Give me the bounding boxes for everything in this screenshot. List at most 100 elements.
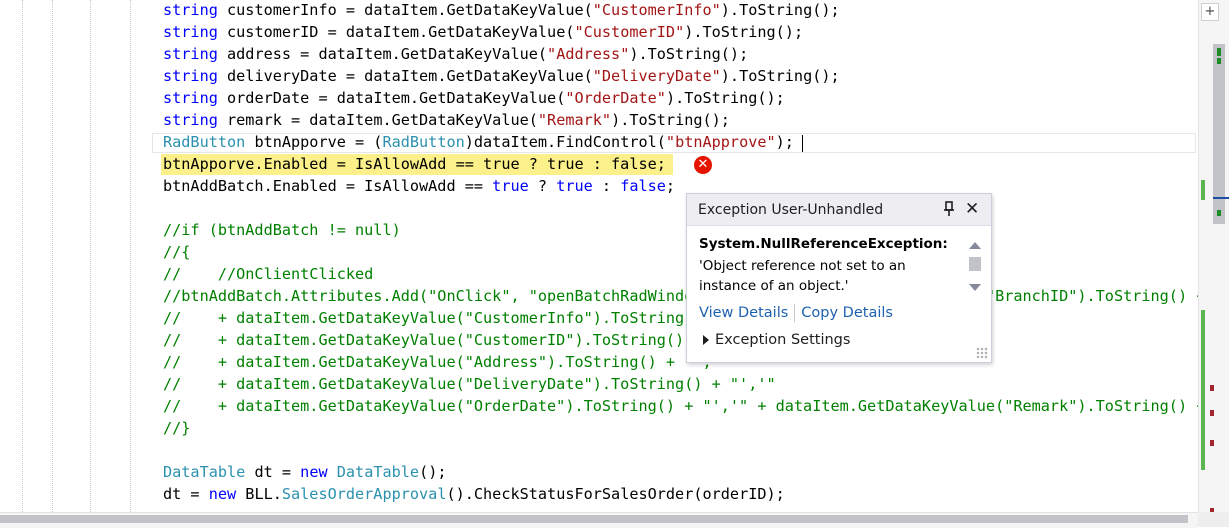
resize-grip-icon[interactable] bbox=[976, 347, 988, 359]
code-token: string bbox=[163, 67, 218, 85]
popup-links: View Details Copy Details bbox=[699, 304, 893, 322]
change-marker bbox=[1217, 48, 1221, 56]
code-token: BLL. bbox=[236, 485, 282, 503]
code-token: //if (btnAddBatch != null) bbox=[163, 221, 401, 239]
code-line: // + dataItem.GetDataKeyValue("OrderDate… bbox=[163, 395, 1198, 417]
code-line: // //OnClientClicked bbox=[163, 263, 373, 285]
code-line: string customerInfo = dataItem.GetDataKe… bbox=[163, 0, 840, 21]
popup-scrollbar[interactable] bbox=[967, 240, 981, 296]
caret-position-marker bbox=[1213, 197, 1229, 199]
scroll-thumb[interactable] bbox=[969, 257, 981, 271]
code-token: new bbox=[208, 485, 237, 503]
code-token: string bbox=[163, 111, 218, 129]
code-line: dt = new BLL.SalesOrderApproval().CheckS… bbox=[163, 483, 785, 505]
code-token: ).ToString(); bbox=[684, 23, 804, 41]
code-token: string bbox=[163, 23, 218, 41]
code-token: // + dataItem.GetDataKeyValue("OrderDate… bbox=[163, 397, 1198, 415]
change-marker bbox=[1201, 180, 1205, 200]
code-token: SalesOrderApproval bbox=[281, 485, 447, 503]
code-token: new bbox=[300, 463, 328, 481]
code-token: (); bbox=[419, 463, 447, 481]
code-line: // + dataItem.GetDataKeyValue("CustomerI… bbox=[163, 307, 776, 329]
code-token: ).ToString(); bbox=[720, 67, 840, 85]
code-line: RadButton btnApporve = (RadButton)dataIt… bbox=[163, 131, 794, 153]
exception-message: 'Object reference not set to an instance… bbox=[699, 258, 906, 294]
code-token: //{ bbox=[163, 243, 191, 261]
link-divider bbox=[794, 304, 796, 322]
code-token: btnApporve.Enabled = IsAllowAdd == true … bbox=[163, 155, 666, 173]
code-token: // + dataItem.GetDataKeyValue("DeliveryD… bbox=[163, 375, 776, 393]
code-token: )dataItem.FindControl( bbox=[464, 133, 666, 151]
exception-settings-expander[interactable]: Exception Settings bbox=[703, 332, 850, 348]
exception-settings-label: Exception Settings bbox=[715, 332, 851, 348]
change-marker bbox=[1217, 58, 1221, 64]
code-token: ; bbox=[665, 177, 676, 195]
code-token: "Remark" bbox=[537, 111, 612, 129]
split-window-icon[interactable]: + bbox=[1201, 3, 1219, 21]
code-line: // + dataItem.GetDataKeyValue("CustomerI… bbox=[163, 329, 757, 351]
code-token: : bbox=[592, 177, 621, 195]
code-token: RadButton bbox=[382, 133, 465, 151]
code-token: ).ToString(); bbox=[720, 1, 840, 19]
horizontal-scroll-thumb[interactable] bbox=[0, 515, 1188, 523]
code-line: btnApporve.Enabled = IsAllowAdd == true … bbox=[163, 153, 666, 175]
code-line: btnAddBatch.Enabled = IsAllowAdd == true… bbox=[163, 175, 675, 197]
code-token: deliveryDate = dataItem.GetDataKeyValue( bbox=[217, 67, 593, 85]
code-token: // + dataItem.GetDataKeyValue("Address")… bbox=[163, 353, 730, 371]
code-line: DataTable dt = new DataTable(); bbox=[163, 461, 447, 483]
code-token: remark = dataItem.GetDataKeyValue( bbox=[217, 111, 538, 129]
code-token: string bbox=[163, 1, 218, 19]
code-token: ().CheckStatusForSalesOrder(orderID); bbox=[446, 485, 785, 503]
code-token: "DeliveryDate" bbox=[592, 67, 721, 85]
code-token: // //OnClientClicked bbox=[163, 265, 374, 283]
change-marker bbox=[1217, 210, 1221, 216]
code-token: "OrderDate" bbox=[565, 89, 666, 107]
scroll-down-icon[interactable] bbox=[969, 284, 981, 291]
code-line: string customerID = dataItem.GetDataKeyV… bbox=[163, 21, 803, 43]
code-token: string bbox=[163, 45, 218, 63]
code-token: ? bbox=[528, 177, 557, 195]
text-caret bbox=[802, 135, 803, 152]
code-token: // + dataItem.GetDataKeyValue("CustomerI… bbox=[163, 309, 776, 327]
code-token: ).ToString(); bbox=[665, 89, 785, 107]
error-marker bbox=[1210, 410, 1214, 416]
code-token: RadButton bbox=[163, 133, 246, 151]
exception-type: System.NullReferenceException: bbox=[699, 236, 948, 252]
code-token: ).ToString(); bbox=[611, 111, 730, 129]
code-token: "Address" bbox=[547, 45, 630, 63]
code-token: btnAddBatch.Enabled = IsAllowAdd == bbox=[163, 177, 493, 195]
code-token: //} bbox=[163, 419, 191, 437]
code-token: //btnAddBatch.Attributes.Add("OnClick", … bbox=[163, 287, 1198, 305]
change-marker bbox=[1201, 310, 1205, 470]
code-editor[interactable]: string customerInfo = dataItem.GetDataKe… bbox=[0, 0, 1198, 512]
copy-details-link[interactable]: Copy Details bbox=[801, 305, 893, 321]
code-token: string bbox=[163, 89, 218, 107]
code-token: dt = bbox=[163, 485, 209, 503]
code-token: customerInfo = dataItem.GetDataKeyValue( bbox=[217, 1, 593, 19]
code-token: dt = bbox=[245, 463, 301, 481]
expand-triangle-icon bbox=[703, 335, 709, 345]
code-line: string address = dataItem.GetDataKeyValu… bbox=[163, 43, 748, 65]
code-token: true bbox=[492, 177, 529, 195]
code-line: //btnAddBatch.Attributes.Add("OnClick", … bbox=[163, 285, 1198, 307]
exception-popup-header: Exception User-Unhandled ✕ bbox=[687, 194, 991, 226]
code-token: // + dataItem.GetDataKeyValue("CustomerI… bbox=[163, 331, 758, 349]
code-token: DataTable bbox=[336, 463, 420, 481]
error-marker bbox=[1210, 385, 1214, 391]
code-token: ).ToString(); bbox=[629, 45, 749, 63]
scroll-up-icon[interactable] bbox=[969, 242, 981, 249]
code-token: "btnApprove" bbox=[665, 133, 776, 151]
exception-popup-title: Exception User-Unhandled bbox=[698, 202, 884, 218]
pin-icon[interactable] bbox=[943, 201, 955, 217]
error-circle-icon[interactable]: ✕ bbox=[694, 156, 712, 174]
code-line: // + dataItem.GetDataKeyValue("DeliveryD… bbox=[163, 373, 776, 395]
code-line: //if (btnAddBatch != null) bbox=[163, 219, 401, 241]
close-icon[interactable]: ✕ bbox=[965, 199, 979, 219]
view-details-link[interactable]: View Details bbox=[699, 305, 788, 321]
code-token: btnApporve = ( bbox=[245, 133, 383, 151]
code-line: string remark = dataItem.GetDataKeyValue… bbox=[163, 109, 730, 131]
code-token: false bbox=[620, 177, 666, 195]
code-line: // + dataItem.GetDataKeyValue("Address")… bbox=[163, 351, 730, 373]
code-token: address = dataItem.GetDataKeyValue( bbox=[217, 45, 548, 63]
code-token: customerID = dataItem.GetDataKeyValue( bbox=[217, 23, 575, 41]
